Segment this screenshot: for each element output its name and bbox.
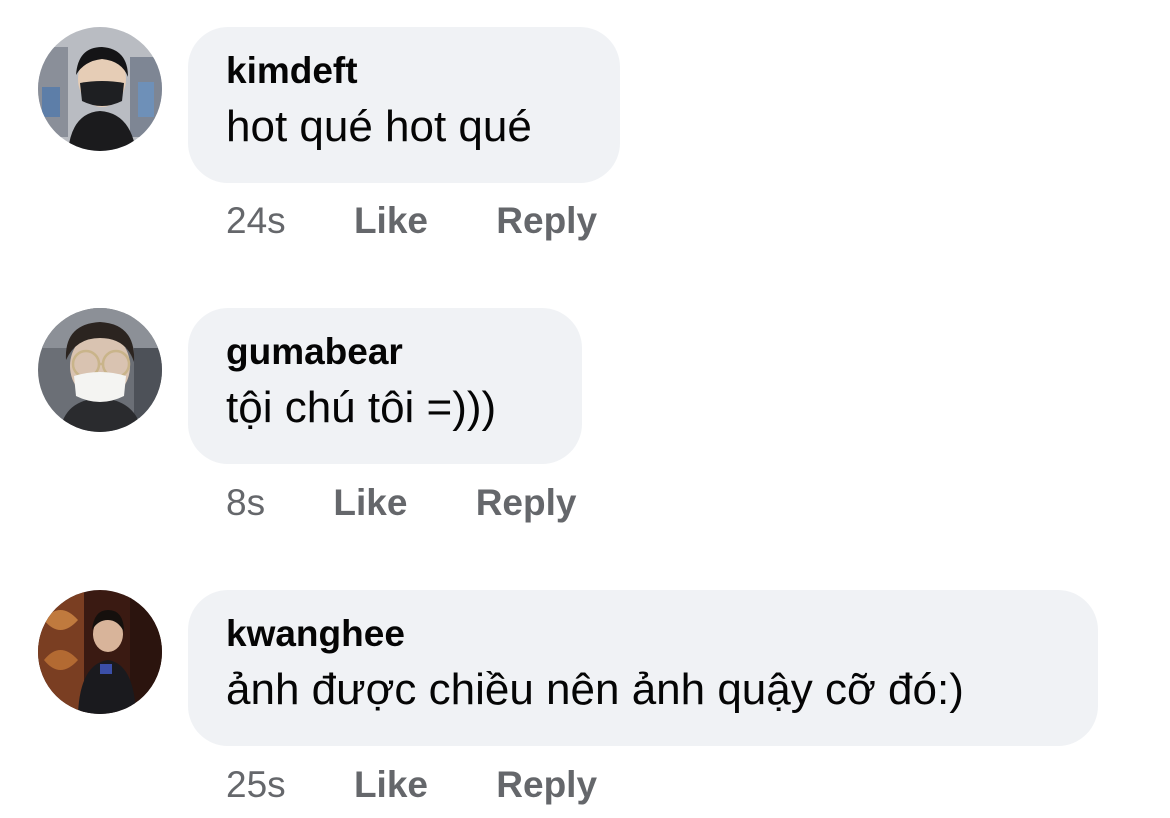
like-button[interactable]: Like: [354, 199, 428, 243]
like-button[interactable]: Like: [333, 481, 407, 525]
comment-author[interactable]: kimdeft: [226, 49, 582, 93]
comment-actions: 8s Like Reply: [226, 481, 576, 525]
comment-author[interactable]: gumabear: [226, 330, 544, 374]
reply-button[interactable]: Reply: [476, 481, 577, 525]
avatar[interactable]: [38, 27, 162, 151]
comment-author[interactable]: kwanghee: [226, 612, 1060, 656]
like-button[interactable]: Like: [354, 763, 428, 807]
comment-bubble: kwanghee ảnh được chiều nên ảnh quậy cỡ …: [188, 590, 1098, 746]
comment-timestamp: 24s: [226, 200, 286, 241]
avatar[interactable]: [38, 308, 162, 432]
comment-bubble: kimdeft hot qué hot qué: [188, 27, 620, 183]
reply-button[interactable]: Reply: [496, 763, 597, 807]
comment-timestamp: 8s: [226, 482, 266, 523]
comment-text: ảnh được chiều nên ảnh quậy cỡ đó:): [226, 665, 964, 714]
comment-bubble: gumabear tội chú tôi =))): [188, 308, 582, 464]
user-photo-icon: [38, 308, 162, 432]
avatar[interactable]: [38, 590, 162, 714]
user-photo-icon: [38, 590, 162, 714]
comment-text: hot qué hot qué: [226, 102, 532, 151]
reply-button[interactable]: Reply: [496, 199, 597, 243]
comment-actions: 25s Like Reply: [226, 763, 597, 807]
comment-actions: 24s Like Reply: [226, 199, 597, 243]
comment-text: tội chú tôi =))): [226, 383, 497, 432]
comment-timestamp: 25s: [226, 764, 286, 805]
user-photo-icon: [38, 27, 162, 151]
